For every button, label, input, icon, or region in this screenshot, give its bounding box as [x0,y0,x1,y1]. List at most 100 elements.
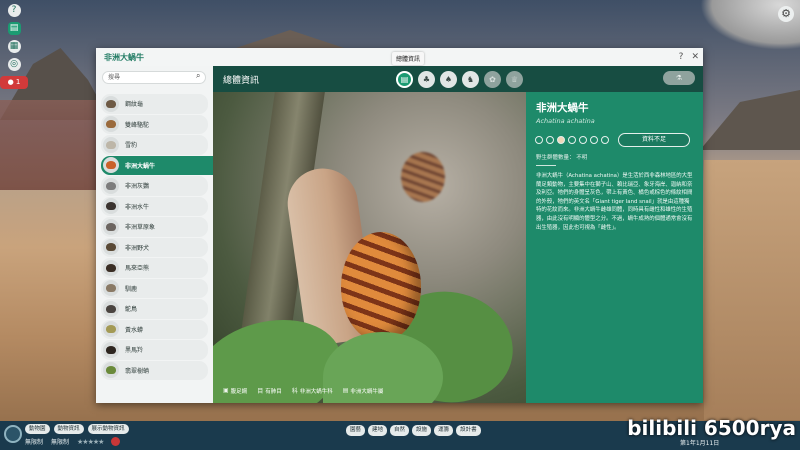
list-item[interactable]: 馬來亞熊 [101,258,208,278]
species-thumbnail [103,198,119,215]
list-item[interactable]: 非洲野犬 [101,237,208,257]
species-thumbnail [103,177,119,194]
watermark: bilibili 6500rya [627,416,796,440]
help-button[interactable]: ? [675,52,688,62]
bottom-row-bottom: 無限制 無限制 ★★★★★ [25,437,121,446]
species-thumbnail [103,136,119,153]
bg-mountain [700,90,800,150]
build-tools: 園藝 建地 自然 設施 運籌 設計書 [346,425,481,436]
calendar-icon[interactable]: ▦ [7,40,21,53]
species-thumbnail [103,218,119,235]
search-input[interactable]: 搜尋 [102,71,206,84]
release-button-icon[interactable]: ⚗ [663,71,695,85]
status-dot [557,136,565,144]
research-readout: 無限制 [51,439,70,446]
species-list[interactable]: 鋼紋龜 雙峰駱駝 雪豹 非洲大蝸牛 非洲灰鸚 非洲水牛 非洲草原象 非洲野犬 馬… [96,94,213,381]
tab-enrichment-icon[interactable]: ♞ [462,70,479,88]
tab-overview-icon[interactable]: ▤ [396,70,413,88]
species-thumbnail [103,95,119,112]
species-thumbnail [103,259,119,276]
species-thumbnail [103,116,119,133]
tab-trophy-icon[interactable]: ♕ [506,70,523,88]
staff-alert-icon[interactable]: ● 1 [0,76,28,89]
list-item[interactable]: 馴鹿 [101,278,208,298]
tool-button[interactable]: 設計書 [456,425,481,436]
order-icon: 目 [257,388,264,395]
status-dot [568,136,576,144]
tool-button[interactable]: 建地 [368,425,388,436]
animals-button[interactable]: 動物園 [25,424,50,434]
snail-shell [341,232,421,342]
tool-button[interactable]: 自然 [390,425,410,436]
divider [536,165,556,166]
tab-habitat-icon[interactable]: ♣ [418,70,435,88]
status-dot [579,136,587,144]
list-item[interactable]: 非洲草原象 [101,217,208,237]
money-readout: 無限制 [25,439,44,446]
taxonomy-class: ▣ 腹足綱 [223,387,248,395]
list-item[interactable]: 雙峰駱駝 [101,114,208,134]
status-dot [601,136,609,144]
tool-button[interactable]: 運籌 [434,425,454,436]
species-info-panel: 非洲大蝸牛 Achatina achatina 資料不足 野生群體數量： 不明 … [526,92,703,403]
list-item[interactable]: 雪豹 [101,135,208,155]
species-thumbnail [103,300,119,317]
status-dot [590,136,598,144]
tab-food-icon[interactable]: ♠ [440,70,457,88]
search-icon[interactable]: ⌕ [196,71,208,81]
alert-icon[interactable] [111,437,121,446]
zoopedia-window: 非洲大蝸牛 ? ✕ 搜尋 ⌕ 鋼紋龜 雙峰駱駝 雪豹 非洲大蝸牛 非洲灰鸚 非洲… [96,48,703,403]
species-thumbnail [103,321,119,338]
target-icon[interactable]: ◎ [7,58,21,71]
settings-gear-icon[interactable]: ⚙ [778,6,794,22]
species-latin-name: Achatina achatina [536,117,595,125]
bg-mountain [230,30,350,50]
status-dot [546,136,554,144]
species-thumbnail [103,280,119,297]
zoo-rating-stars: ★★★★★ [77,437,104,446]
tab-social-icon[interactable]: ✿ [484,70,501,88]
list-item[interactable]: 非洲水牛 [101,196,208,216]
conservation-status-scale [535,136,609,144]
bg-water [0,100,96,190]
list-item[interactable]: 鴕鳥 [101,299,208,319]
tab-tooltip: 總體資訊 [392,52,425,65]
species-sidebar: 搜尋 ⌕ 鋼紋龜 雙峰駱駝 雪豹 非洲大蝸牛 非洲灰鸚 非洲水牛 非洲草原象 非… [96,66,213,403]
time-speed-icon[interactable] [4,425,22,443]
list-item[interactable]: 黃水蟒 [101,319,208,339]
list-item[interactable]: 翡翠樹蚺 [101,360,208,380]
species-name: 非洲大蝸牛 [536,102,589,114]
window-title: 非洲大蝸牛 [104,52,144,62]
section-title: 總體資訊 [223,75,260,86]
left-hud: ? ▤ ▦ ◎ ● 1 [0,4,28,89]
list-item[interactable]: 黑馬羚 [101,340,208,360]
taxonomy-family: 科非洲大蝸牛科 [291,388,333,395]
bottom-row-top: 動物園 動物資訊 展示動物資訊 [25,424,129,434]
list-item[interactable]: 鋼紋龜 [101,94,208,114]
conservation-status-button[interactable]: 資料不足 [618,133,690,147]
taxonomy-bar: ▣ 腹足綱 目有肺目 科非洲大蝸牛科 ▤ 非洲大蝸牛屬 [223,386,383,395]
bg-ground [704,160,800,420]
species-thumbnail [103,239,119,256]
tool-button[interactable]: 設施 [412,425,432,436]
taxonomy-order: 目有肺目 [257,388,282,395]
species-description: 非洲大蝸牛（Achatina achatina）是生活於西非森林地區的大型蘭足類… [536,173,693,231]
list-item-selected[interactable]: 非洲大蝸牛 [101,155,213,175]
tool-button[interactable]: 園藝 [346,425,366,436]
close-button[interactable]: ✕ [687,52,703,62]
help-icon[interactable]: ? [7,4,21,17]
class-icon: ▣ [223,387,229,394]
zoo-info-button[interactable]: 動物資訊 [53,424,84,434]
species-thumbnail [103,341,119,358]
species-photo: ▣ 腹足綱 目有肺目 科非洲大蝸牛科 ▤ 非洲大蝸牛屬 [213,92,526,403]
family-icon: 科 [291,388,298,395]
taxonomy-genus: ▤ 非洲大蝸牛屬 [342,387,384,395]
status-dot [535,136,543,144]
content-header: 總體資訊 ▤ ♣ ♠ ♞ ✿ ♕ ⚗ [213,66,703,92]
wild-population: 野生群體數量： 不明 [536,155,588,161]
background-snail [401,152,445,202]
species-thumbnail [103,157,119,174]
list-item[interactable]: 非洲灰鸚 [101,176,208,196]
exhibit-info-button[interactable]: 展示動物資訊 [87,424,129,434]
zoopedia-icon[interactable]: ▤ [7,22,21,35]
